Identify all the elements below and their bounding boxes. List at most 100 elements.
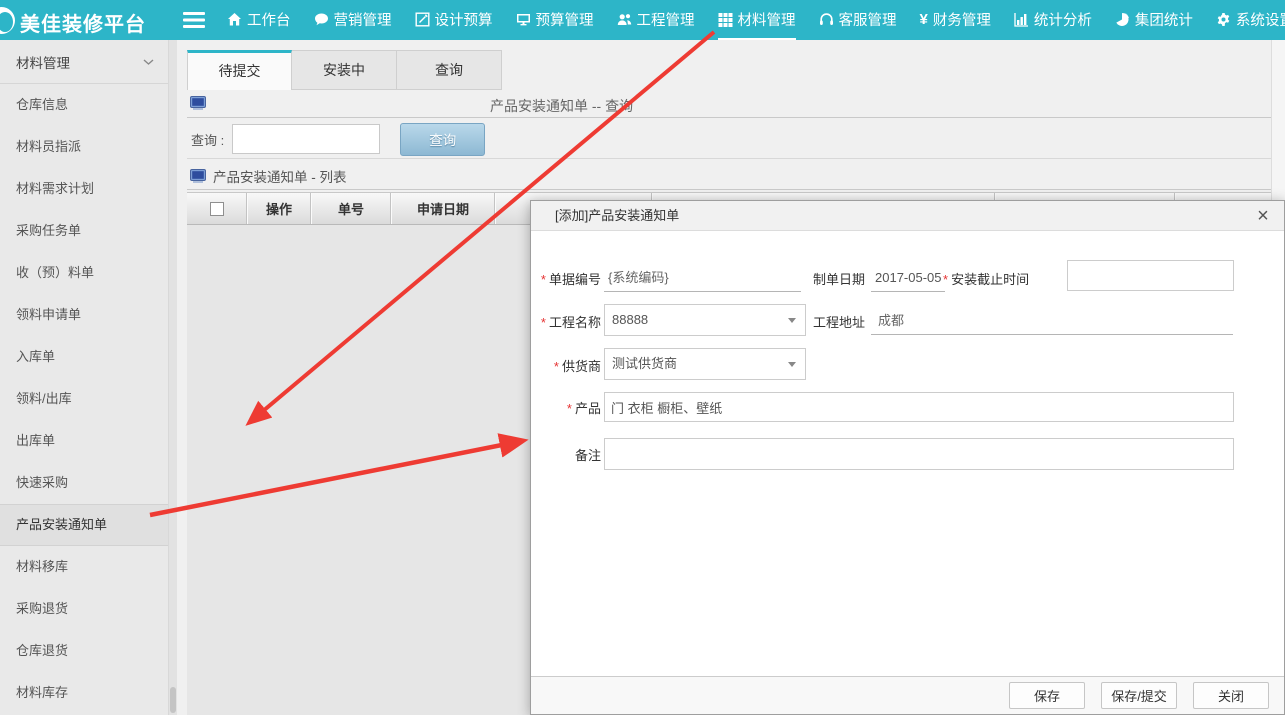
dialog-header: [添加]产品安装通知单 × [531,201,1284,231]
sidebar-item-material-transfer[interactable]: 材料移库 [0,546,168,588]
required-mark: * [567,401,572,416]
nav-item-finance-mgmt[interactable]: ¥ 财务管理 [920,0,991,40]
edit-icon [415,12,430,27]
nav-item-label: 预算管理 [536,9,594,30]
tab-installing[interactable]: 安装中 [292,50,397,90]
make-date-label: 制单日期 [813,269,865,288]
close-button[interactable]: 关闭 [1193,682,1269,709]
sidebar: 材料管理 仓库信息 材料员指派 材料需求计划 采购任务单 收（预）料单 领料申请… [0,40,168,715]
chevron-down-icon [788,318,796,323]
monitor-icon [516,12,531,27]
chat-icon [314,12,329,27]
nav-item-label: 设计预算 [435,9,493,30]
product-input[interactable] [604,392,1234,422]
required-mark: * [541,272,546,287]
grid-icon [718,12,733,27]
main-menu: 工作台 营销管理 设计预算 预算管理 工程管理 材料管理 客服管理 ¥ 财务管理 [227,0,1285,40]
supplier-label: *供货商 [531,356,601,375]
sidebar-item-quick-purchase[interactable]: 快速采购 [0,462,168,504]
hamburger-menu-icon[interactable] [183,12,205,33]
list-section-title: 产品安装通知单 - 列表 [213,166,347,186]
save-button[interactable]: 保存 [1009,682,1085,709]
column-header-apply-date: 申请日期 [391,193,495,224]
nav-item-label: 财务管理 [933,9,991,30]
bar-chart-icon [1014,12,1029,27]
sidebar-item-outbound-order[interactable]: 出库单 [0,420,168,462]
required-mark: * [554,359,559,374]
query-section-title: 产品安装通知单 -- 查询 [490,96,633,116]
nav-item-group-statistics[interactable]: 集团统计 [1115,0,1193,40]
required-mark: * [541,315,546,330]
nav-item-label: 工作台 [247,9,291,30]
headset-icon [819,12,834,27]
install-deadline-label: *安装截止时间 [943,269,1029,288]
required-mark: * [943,272,948,287]
sidebar-item-purchase-return[interactable]: 采购退货 [0,588,168,630]
sidebar-item-warehouse-return[interactable]: 仓库退货 [0,630,168,672]
tab-bar: 待提交 安装中 查询 [187,50,502,90]
sidebar-item-inbound-order[interactable]: 入库单 [0,336,168,378]
nav-item-label: 工程管理 [637,9,695,30]
nav-item-material-mgmt[interactable]: 材料管理 [718,0,796,40]
nav-item-label: 统计分析 [1034,9,1092,30]
close-icon[interactable]: × [1252,202,1274,230]
tab-query[interactable]: 查询 [397,50,502,90]
nav-item-design-budget[interactable]: 设计预算 [415,0,493,40]
supplier-select[interactable]: 测试供货商 [604,348,806,380]
nav-item-statistics[interactable]: 统计分析 [1014,0,1092,40]
remark-label: 备注 [531,445,601,464]
query-input[interactable] [232,124,380,154]
nav-item-workbench[interactable]: 工作台 [227,0,291,40]
chevron-down-icon [788,362,796,367]
sidebar-section-header[interactable]: 材料管理 [0,40,168,84]
install-deadline-input[interactable] [1067,260,1234,291]
nav-item-label: 营销管理 [334,9,392,30]
nav-item-label: 客服管理 [839,9,897,30]
query-section-header: 产品安装通知单 -- 查询 [187,90,1271,118]
pie-chart-icon [1115,12,1130,27]
dialog-footer: 保存 保存/提交 关闭 [531,676,1284,714]
supplier-value: 测试供货商 [612,356,677,371]
nav-item-label: 材料管理 [738,9,796,30]
sidebar-scrollbar-thumb[interactable] [170,687,176,713]
save-submit-button[interactable]: 保存/提交 [1101,682,1177,709]
remark-input[interactable] [604,438,1234,470]
sidebar-item-receive-material[interactable]: 收（预）料单 [0,252,168,294]
project-address-label: 工程地址 [813,312,865,331]
sidebar-section-label: 材料管理 [16,52,70,72]
computer-icon [190,169,206,183]
nav-item-system-settings[interactable]: 系统设置 [1216,0,1285,40]
select-all-checkbox[interactable] [210,202,224,216]
project-address-field[interactable]: 成都 [871,306,1233,335]
dialog-body: *单据编号 {系统编码} 制单日期 2017-05-05 *安装截止时间 *工程… [531,231,1284,676]
computer-icon [190,96,206,115]
sidebar-item-product-install-notice[interactable]: 产品安装通知单 [0,504,168,546]
query-label: 查询 : [191,130,224,149]
sidebar-item-material-demand-plan[interactable]: 材料需求计划 [0,168,168,210]
nav-item-label: 集团统计 [1135,9,1193,30]
nav-item-project-mgmt[interactable]: 工程管理 [617,0,695,40]
sidebar-item-material-staff[interactable]: 材料员指派 [0,126,168,168]
sidebar-item-purchase-task[interactable]: 采购任务单 [0,210,168,252]
column-header-order-no: 单号 [311,193,391,224]
sidebar-item-material-request[interactable]: 领料申请单 [0,294,168,336]
yen-icon: ¥ [920,11,928,28]
sidebar-item-pick-outbound[interactable]: 领料/出库 [0,378,168,420]
select-all-cell [187,193,247,224]
nav-item-marketing[interactable]: 营销管理 [314,0,392,40]
sidebar-item-warehouse-info[interactable]: 仓库信息 [0,84,168,126]
project-name-select[interactable]: 88888 [604,304,806,336]
sidebar-item-material-stock[interactable]: 材料库存 [0,672,168,714]
add-product-install-notice-dialog: [添加]产品安装通知单 × *单据编号 {系统编码} 制单日期 2017-05-… [530,200,1285,715]
nav-item-budget-mgmt[interactable]: 预算管理 [516,0,594,40]
nav-item-customer-service[interactable]: 客服管理 [819,0,897,40]
tab-pending-submit[interactable]: 待提交 [187,50,292,90]
doc-no-label: *单据编号 [531,269,601,288]
query-button[interactable]: 查询 [400,123,485,156]
project-name-value: 88888 [612,312,648,327]
doc-no-field: {系统编码} [604,263,801,292]
column-header-action: 操作 [247,193,311,224]
sidebar-scrollbar[interactable] [168,40,177,715]
dialog-title: [添加]产品安装通知单 [531,201,1284,231]
users-icon [617,12,632,27]
